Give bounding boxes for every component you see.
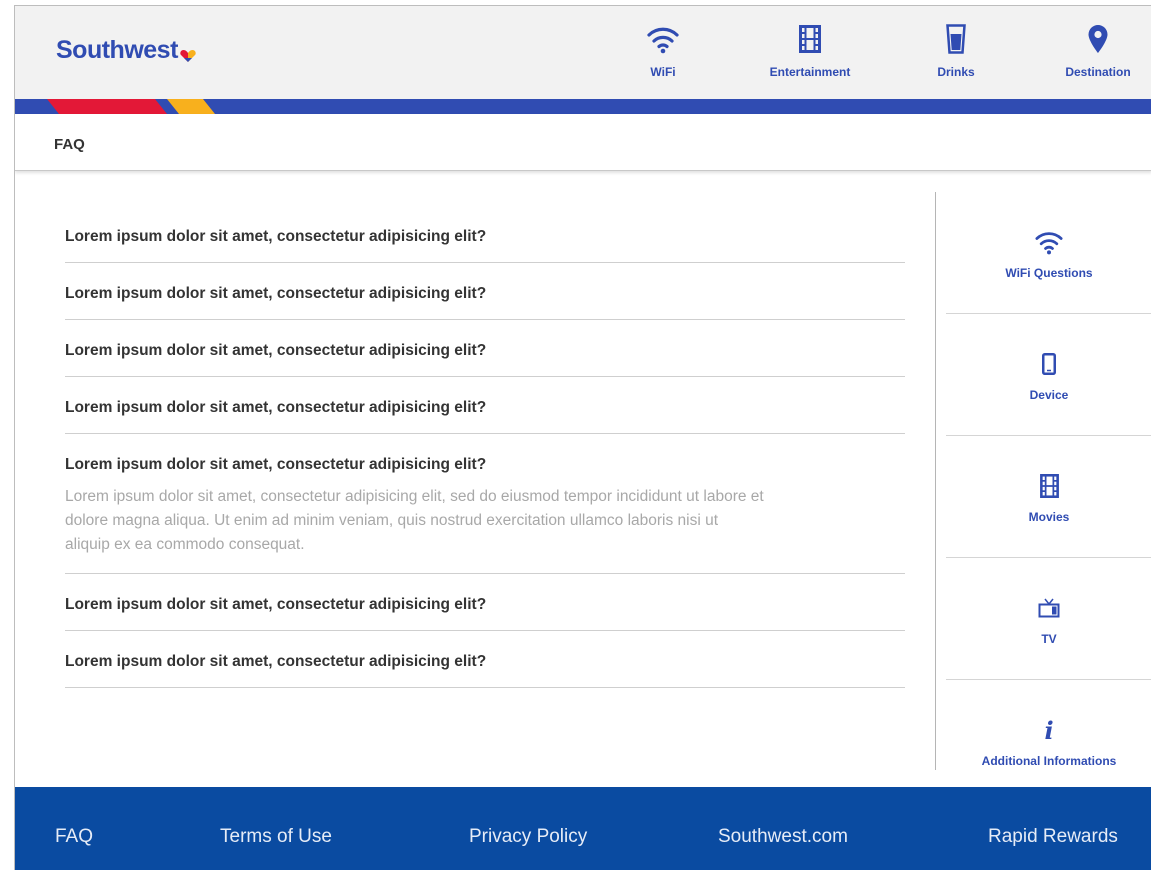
logo-text: Southwest	[56, 36, 178, 64]
faq-item[interactable]: Lorem ipsum dolor sit amet, consectetur …	[65, 574, 905, 631]
nav-label: Entertainment	[769, 65, 851, 79]
faq-question[interactable]: Lorem ipsum dolor sit amet, consectetur …	[65, 285, 905, 303]
faq-answer: Lorem ipsum dolor sit amet, consectetur …	[65, 488, 764, 553]
faq-question[interactable]: Lorem ipsum dolor sit amet, consectetur …	[65, 653, 905, 671]
category-label: Movies	[1028, 509, 1070, 524]
faq-item[interactable]: Lorem ipsum dolor sit amet, consectetur …	[65, 320, 905, 377]
faq-list: Lorem ipsum dolor sit amet, consectetur …	[65, 206, 905, 688]
faq-category-sidebar: WiFi Questions Device Movies TV i Additi…	[935, 192, 1151, 770]
info-icon: i	[1044, 715, 1054, 745]
faq-item[interactable]: Lorem ipsum dolor sit amet, consectetur …	[65, 206, 905, 263]
heart-icon	[180, 40, 196, 69]
footer-link-faq[interactable]: FAQ	[55, 826, 93, 848]
category-label: Device	[1029, 387, 1069, 402]
faq-question[interactable]: Lorem ipsum dolor sit amet, consectetur …	[65, 342, 905, 360]
cup-icon	[896, 22, 1016, 56]
footer-link-southwest-com[interactable]: Southwest.com	[718, 826, 848, 848]
faq-question[interactable]: Lorem ipsum dolor sit amet, consectetur …	[65, 228, 905, 246]
category-wifi-questions[interactable]: WiFi Questions	[946, 192, 1151, 314]
footer-link-rapid-rewards[interactable]: Rapid Rewards	[988, 826, 1118, 848]
nav-destination[interactable]: Destination	[1038, 22, 1151, 79]
footer-link-terms[interactable]: Terms of Use	[220, 826, 332, 848]
footer-link-privacy[interactable]: Privacy Policy	[469, 826, 587, 848]
category-tv[interactable]: TV	[946, 558, 1151, 680]
top-header: Southwest WiFi Entertainment Drinks Dest…	[15, 6, 1151, 99]
faq-question[interactable]: Lorem ipsum dolor sit amet, consectetur …	[65, 399, 905, 417]
film-icon	[750, 22, 870, 56]
faq-item[interactable]: Lorem ipsum dolor sit amet, consectetur …	[65, 377, 905, 434]
app-frame: Southwest WiFi Entertainment Drinks Dest…	[14, 5, 1151, 870]
category-movies[interactable]: Movies	[946, 436, 1151, 558]
brand-stripe	[15, 99, 1151, 114]
nav-entertainment[interactable]: Entertainment	[750, 22, 870, 79]
category-label: TV	[1041, 631, 1057, 646]
breadcrumb: FAQ	[15, 114, 1151, 171]
nav-label: WiFi	[650, 65, 676, 79]
category-label: WiFi Questions	[1005, 265, 1093, 280]
southwest-logo[interactable]: Southwest	[56, 36, 196, 69]
faq-question[interactable]: Lorem ipsum dolor sit amet, consectetur …	[65, 596, 905, 614]
map-pin-icon	[1038, 22, 1151, 56]
nav-label: Destination	[1065, 65, 1131, 79]
faq-question[interactable]: Lorem ipsum dolor sit amet, consectetur …	[65, 456, 905, 474]
nav-wifi[interactable]: WiFi	[603, 22, 723, 79]
nav-label: Drinks	[937, 65, 975, 79]
wifi-icon	[603, 22, 723, 56]
nav-drinks[interactable]: Drinks	[896, 22, 1016, 79]
faq-item[interactable]: Lorem ipsum dolor sit amet, consectetur …	[65, 263, 905, 320]
film-icon	[1039, 470, 1059, 502]
faq-item[interactable]: Lorem ipsum dolor sit amet, consectetur …	[65, 631, 905, 688]
footer: FAQ Terms of Use Privacy Policy Southwes…	[15, 787, 1151, 870]
page-title: FAQ	[54, 136, 85, 153]
category-label: Additional Informations	[981, 754, 1117, 768]
phone-icon	[1042, 348, 1056, 380]
category-device[interactable]: Device	[946, 314, 1151, 436]
wifi-icon	[1034, 226, 1064, 258]
category-additional-informations[interactable]: i Additional Informations	[946, 680, 1151, 802]
faq-item-expanded[interactable]: Lorem ipsum dolor sit amet, consectetur …	[65, 434, 905, 574]
tv-icon	[1038, 592, 1060, 624]
